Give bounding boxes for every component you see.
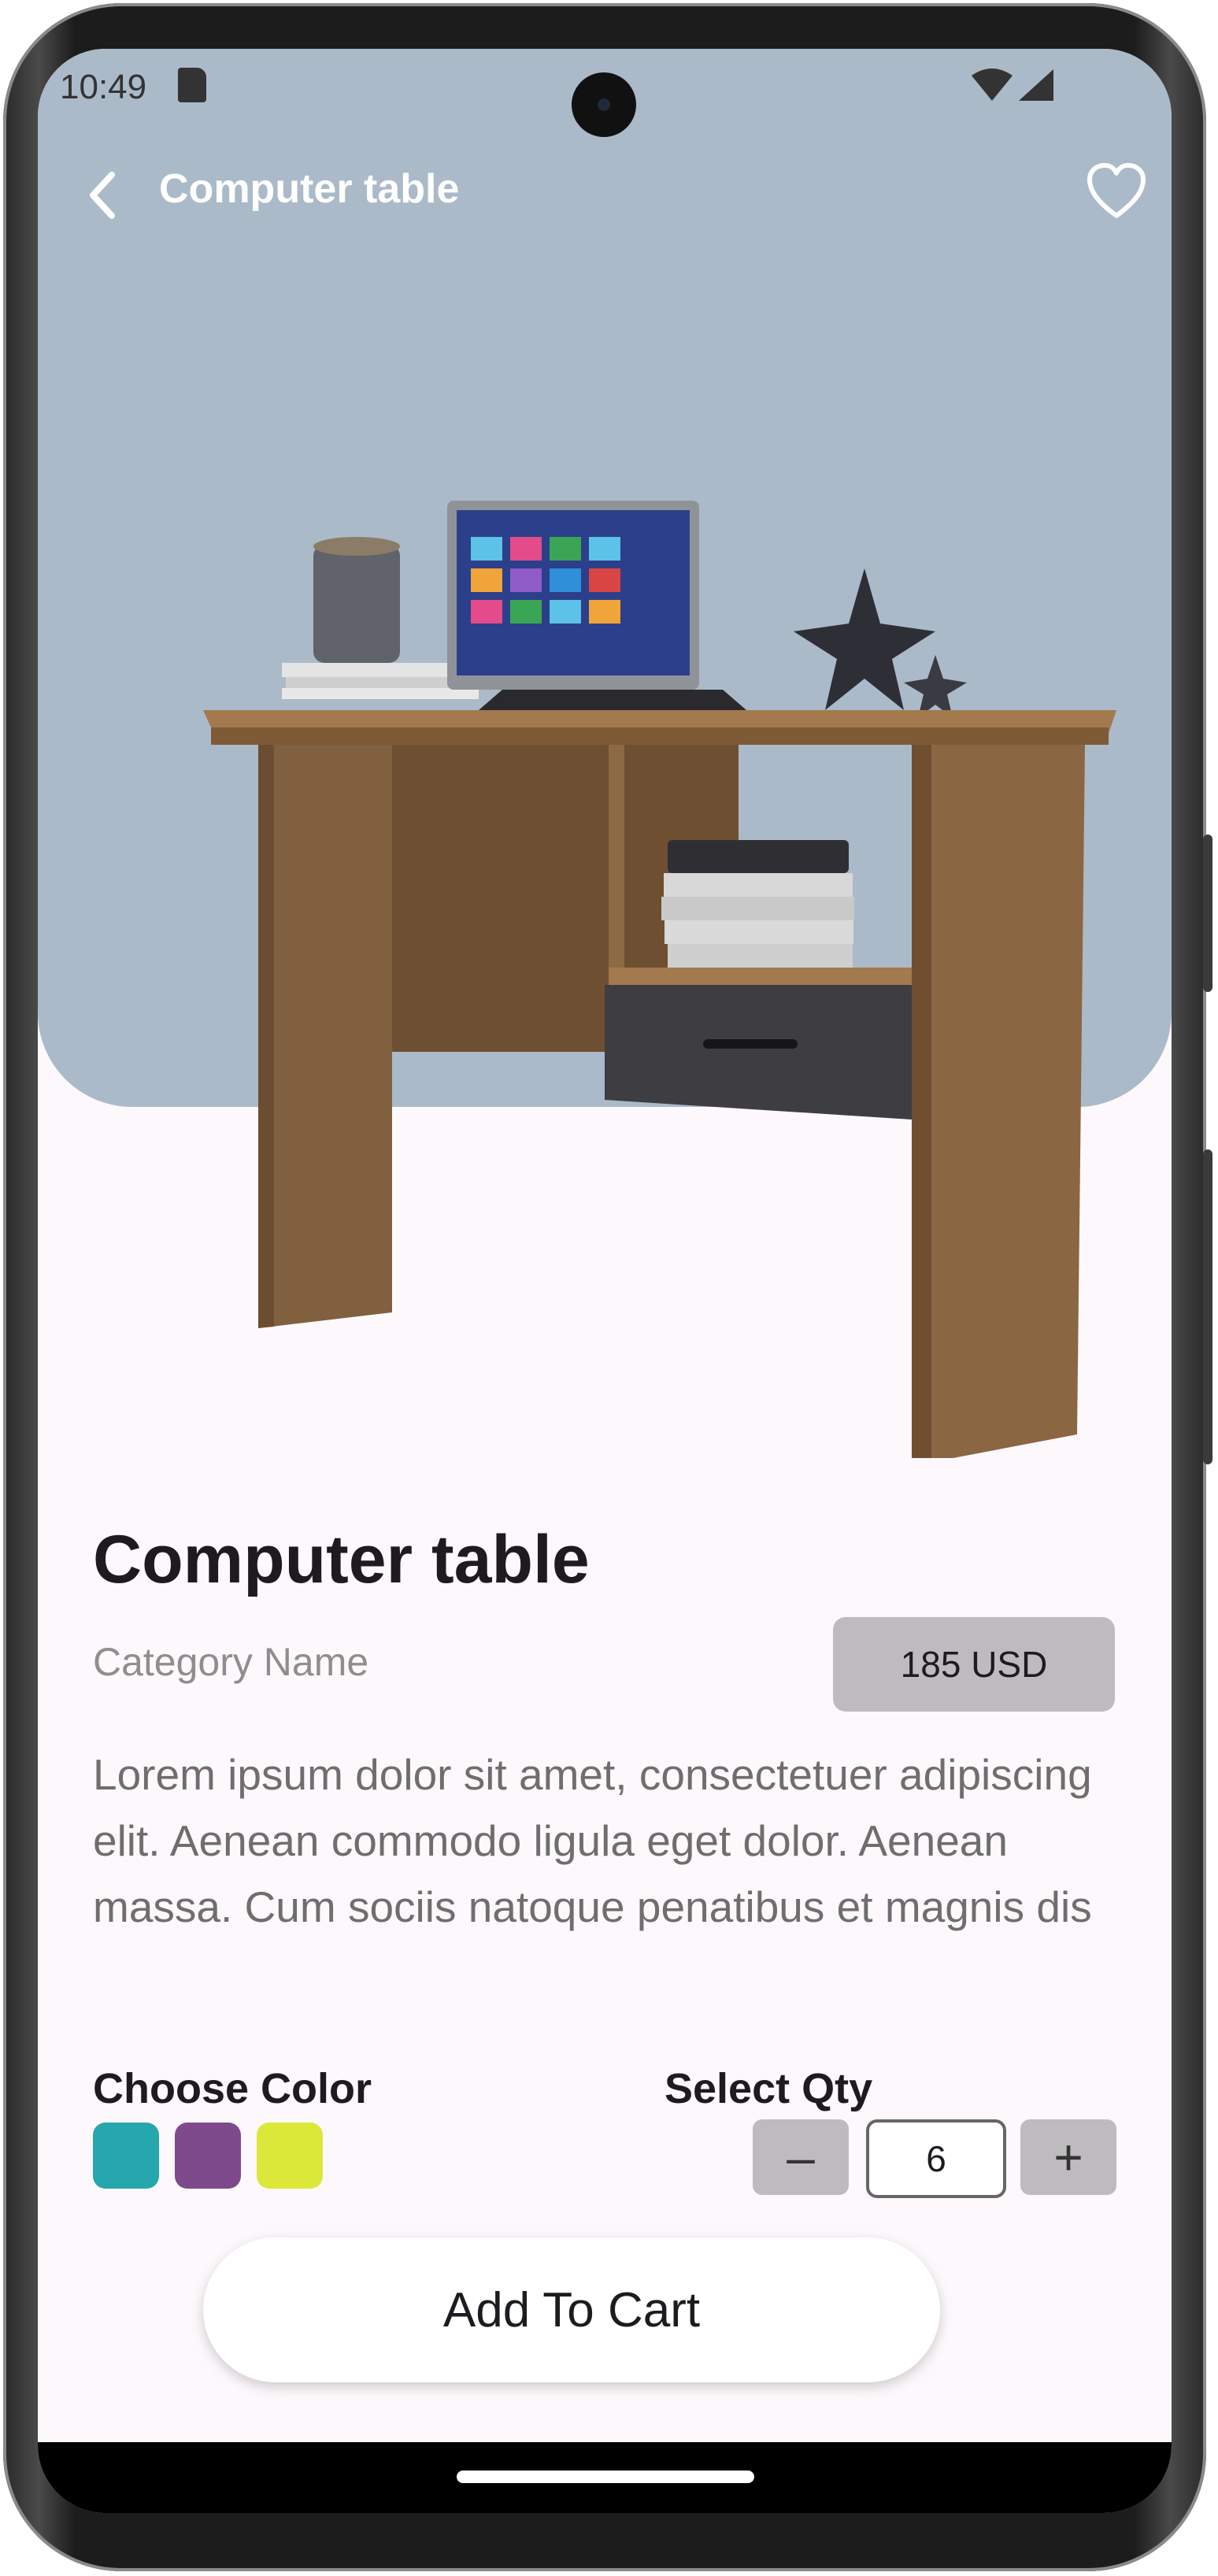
front-camera [572, 72, 636, 137]
price-badge: 185 USD [833, 1617, 1115, 1712]
quantity-field[interactable]: 6 [866, 2119, 1006, 2198]
select-qty-label: Select Qty [665, 2065, 873, 2112]
power-button [1203, 1149, 1212, 1464]
color-swatch-lime[interactable] [257, 2123, 323, 2189]
decrement-button[interactable]: – [753, 2119, 849, 2195]
choose-color-label: Choose Color [93, 2065, 372, 2112]
heart-icon[interactable] [1085, 161, 1148, 224]
product-category: Category Name [93, 1640, 369, 1684]
color-swatch-purple[interactable] [175, 2123, 241, 2189]
product-description: Lorem ipsum dolor sit amet, consectetuer… [93, 1750, 1092, 1931]
signal-icon [1019, 69, 1053, 101]
sd-card-icon [178, 68, 206, 102]
app-screen: 10:49 Computer table Computer table Cate… [38, 49, 1172, 2513]
product-image [203, 501, 1116, 1458]
home-indicator[interactable] [457, 2471, 754, 2483]
product-title: Computer table [93, 1522, 590, 1597]
wifi-icon [972, 68, 1013, 101]
add-to-cart-button[interactable]: Add To Cart [203, 2237, 940, 2382]
app-bar-title: Computer table [159, 166, 460, 212]
status-time: 10:49 [60, 68, 147, 106]
increment-button[interactable]: + [1020, 2119, 1116, 2195]
back-arrow-icon[interactable] [77, 164, 134, 227]
volume-button [1203, 835, 1212, 992]
color-swatch-teal[interactable] [93, 2123, 159, 2189]
